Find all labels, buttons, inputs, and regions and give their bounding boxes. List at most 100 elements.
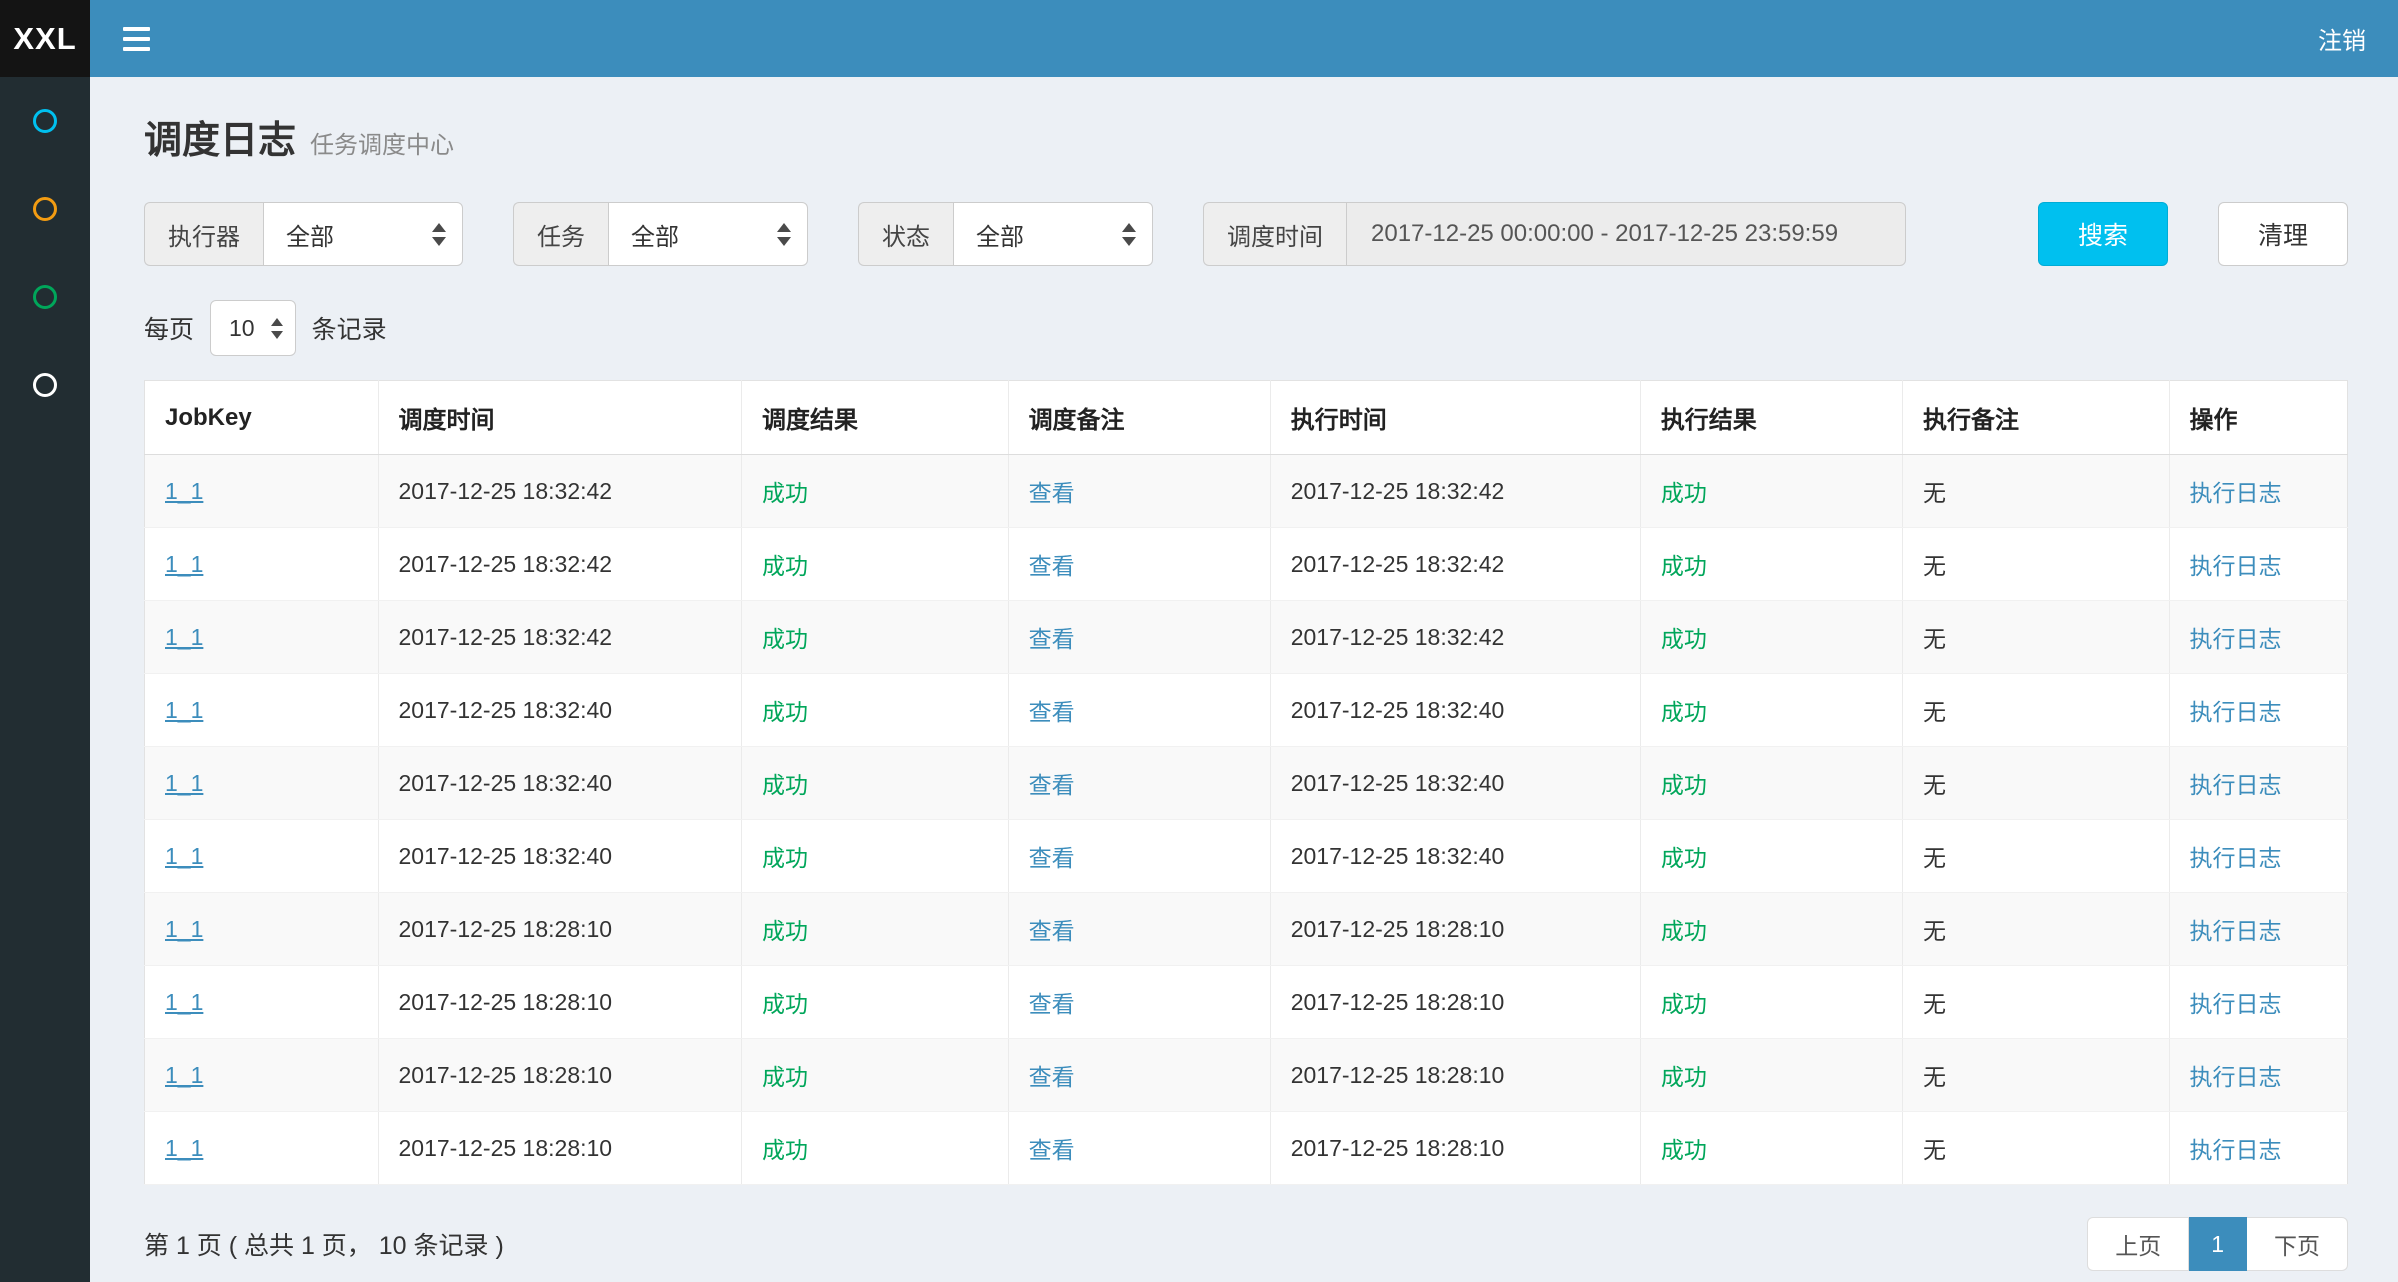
exec-remark: 无	[1923, 480, 1946, 506]
jobkey-link[interactable]: 1_1	[165, 843, 203, 869]
exec-remark: 无	[1923, 991, 1946, 1017]
exec-time: 2017-12-25 18:32:42	[1291, 478, 1505, 504]
logout-link[interactable]: 注销	[2286, 0, 2398, 77]
exec-result: 成功	[1661, 553, 1707, 579]
dispatch-remark-link[interactable]: 查看	[1029, 1064, 1075, 1090]
job-filter: 任务 全部	[513, 202, 808, 266]
main-content: 调度日志 任务调度中心 执行器 全部 任务 全部 状态 全部 调度时间	[90, 77, 2398, 1282]
exec-log-link[interactable]: 执行日志	[2190, 991, 2282, 1017]
exec-remark: 无	[1923, 1137, 1946, 1163]
time-range-input[interactable]: 2017-12-25 00:00:00 - 2017-12-25 23:59:5…	[1346, 202, 1906, 266]
jobkey-link[interactable]: 1_1	[165, 697, 203, 723]
column-header: JobKey	[145, 381, 379, 455]
dispatch-remark-link[interactable]: 查看	[1029, 480, 1075, 506]
status-filter-label: 状态	[858, 202, 953, 266]
executor-filter-label: 执行器	[144, 202, 263, 266]
table-body: 1_12017-12-25 18:32:42成功查看2017-12-25 18:…	[145, 455, 2348, 1185]
dispatch-time: 2017-12-25 18:32:42	[399, 624, 613, 650]
status-select[interactable]: 全部	[953, 202, 1153, 266]
job-filter-label: 任务	[513, 202, 608, 266]
exec-log-link[interactable]: 执行日志	[2190, 772, 2282, 798]
dispatch-remark-link[interactable]: 查看	[1029, 626, 1075, 652]
jobkey-link[interactable]: 1_1	[165, 624, 203, 650]
jobkey-link[interactable]: 1_1	[165, 989, 203, 1015]
clear-button[interactable]: 清理	[2218, 202, 2348, 266]
exec-log-link[interactable]: 执行日志	[2190, 699, 2282, 725]
exec-log-link[interactable]: 执行日志	[2190, 845, 2282, 871]
page-size-select[interactable]: 10	[210, 300, 296, 356]
exec-result: 成功	[1661, 918, 1707, 944]
prev-page-button[interactable]: 上页	[2087, 1217, 2189, 1271]
jobkey-link[interactable]: 1_1	[165, 770, 203, 796]
executor-select[interactable]: 全部	[263, 202, 463, 266]
exec-time: 2017-12-25 18:32:40	[1291, 843, 1505, 869]
exec-remark: 无	[1923, 772, 1946, 798]
page-number-button[interactable]: 1	[2189, 1217, 2247, 1271]
jobkey-link[interactable]: 1_1	[165, 1135, 203, 1161]
exec-log-link[interactable]: 执行日志	[2190, 626, 2282, 652]
sidebar-toggle-button[interactable]	[90, 0, 182, 77]
dispatch-remark-link[interactable]: 查看	[1029, 845, 1075, 871]
exec-log-link[interactable]: 执行日志	[2190, 1137, 2282, 1163]
dispatch-result: 成功	[762, 918, 808, 944]
page-title: 调度日志	[144, 109, 296, 164]
column-header: 执行备注	[1902, 381, 2169, 455]
exec-time: 2017-12-25 18:28:10	[1291, 916, 1505, 942]
table-row: 1_12017-12-25 18:28:10成功查看2017-12-25 18:…	[145, 966, 2348, 1039]
jobkey-link[interactable]: 1_1	[165, 551, 203, 577]
app-logo[interactable]: XXL	[0, 0, 90, 77]
exec-remark: 无	[1923, 553, 1946, 579]
exec-time: 2017-12-25 18:32:40	[1291, 770, 1505, 796]
dispatch-time: 2017-12-25 18:32:40	[399, 843, 613, 869]
status-filter: 状态 全部	[858, 202, 1153, 266]
executor-filter: 执行器 全部	[144, 202, 463, 266]
next-page-button[interactable]: 下页	[2247, 1217, 2348, 1271]
sidebar-item-3[interactable]	[0, 253, 90, 341]
dispatch-result: 成功	[762, 626, 808, 652]
pagination: 上页 1 下页	[2087, 1217, 2348, 1271]
dispatch-result: 成功	[762, 1064, 808, 1090]
sidebar-menu	[0, 77, 90, 1282]
exec-remark: 无	[1923, 918, 1946, 944]
sidebar-item-2[interactable]	[0, 165, 90, 253]
dispatch-time: 2017-12-25 18:28:10	[399, 916, 613, 942]
dispatch-remark-link[interactable]: 查看	[1029, 699, 1075, 725]
dispatch-result: 成功	[762, 553, 808, 579]
exec-log-link[interactable]: 执行日志	[2190, 918, 2282, 944]
job-select[interactable]: 全部	[608, 202, 808, 266]
exec-remark: 无	[1923, 1064, 1946, 1090]
exec-time: 2017-12-25 18:32:40	[1291, 697, 1505, 723]
jobkey-link[interactable]: 1_1	[165, 478, 203, 504]
time-range-filter: 调度时间 2017-12-25 00:00:00 - 2017-12-25 23…	[1203, 202, 1906, 266]
exec-time: 2017-12-25 18:32:42	[1291, 551, 1505, 577]
dispatch-remark-link[interactable]: 查看	[1029, 918, 1075, 944]
pagination-summary: 第 1 页 ( 总共 1 页， 10 条记录 )	[144, 1226, 504, 1262]
dispatch-result: 成功	[762, 991, 808, 1017]
jobkey-link[interactable]: 1_1	[165, 1062, 203, 1088]
select-stepper-icon	[271, 318, 283, 339]
dispatch-result: 成功	[762, 845, 808, 871]
dispatch-remark-link[interactable]: 查看	[1029, 772, 1075, 798]
exec-log-link[interactable]: 执行日志	[2190, 1064, 2282, 1090]
time-range-filter-label: 调度时间	[1203, 202, 1346, 266]
dispatch-time: 2017-12-25 18:28:10	[399, 1062, 613, 1088]
column-header: 操作	[2169, 381, 2347, 455]
page-subtitle: 任务调度中心	[310, 125, 454, 160]
dispatch-time: 2017-12-25 18:28:10	[399, 1135, 613, 1161]
exec-result: 成功	[1661, 1137, 1707, 1163]
jobkey-link[interactable]: 1_1	[165, 916, 203, 942]
search-button[interactable]: 搜索	[2038, 202, 2168, 266]
executor-select-value: 全部	[286, 217, 334, 252]
sidebar-item-4[interactable]	[0, 341, 90, 429]
table-row: 1_1 2017-12-25 18:32:40 成功 查看 2017-12-25 18:…	[145, 820, 2348, 893]
circle-icon	[33, 197, 57, 221]
dispatch-remark-link[interactable]: 查看	[1029, 1137, 1075, 1163]
exec-result: 成功	[1661, 480, 1707, 506]
sidebar-item-1[interactable]	[0, 77, 90, 165]
dispatch-result: 成功	[762, 772, 808, 798]
table-row: 1_12017-12-25 18:32:40成功查看2017-12-25 18:…	[145, 747, 2348, 820]
dispatch-remark-link[interactable]: 查看	[1029, 991, 1075, 1017]
dispatch-remark-link[interactable]: 查看	[1029, 553, 1075, 579]
exec-log-link[interactable]: 执行日志	[2190, 480, 2282, 506]
exec-log-link[interactable]: 执行日志	[2190, 553, 2282, 579]
